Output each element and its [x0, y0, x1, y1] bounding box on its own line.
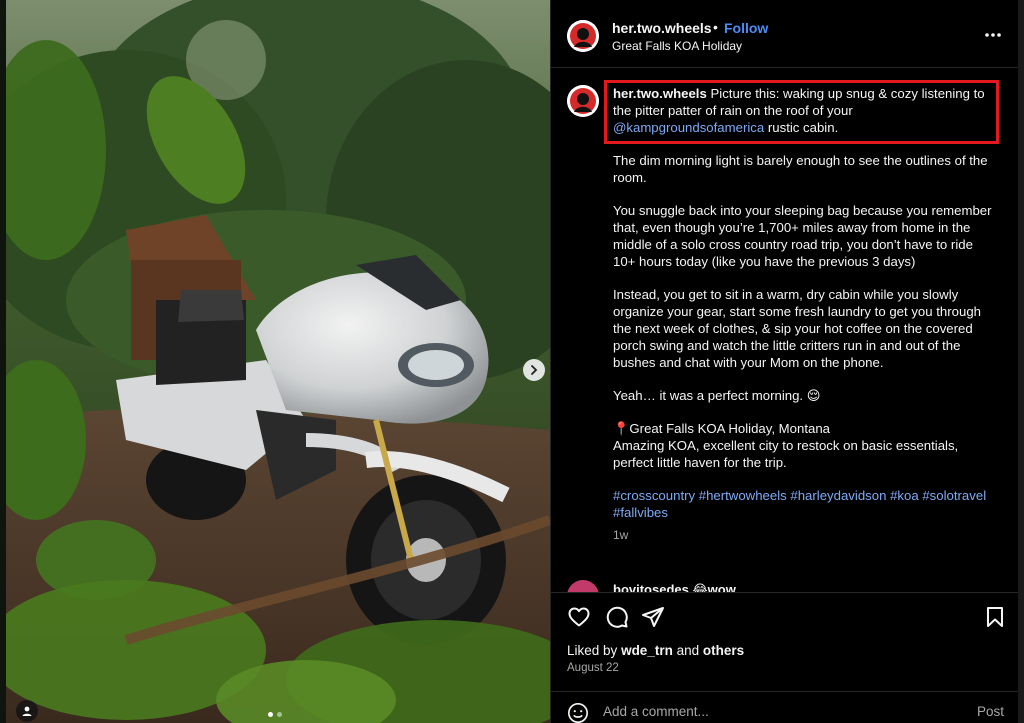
chevron-right-icon — [531, 365, 538, 375]
comment-bubble-icon[interactable] — [605, 605, 629, 629]
commenter-avatar[interactable] — [567, 580, 599, 592]
post-caption: her.two.wheels Picture this: waking up s… — [613, 85, 998, 544]
add-comment-bar: Post — [551, 691, 1019, 723]
post-location[interactable]: Great Falls KOA Holiday — [612, 39, 742, 53]
liked-by-user-link[interactable]: wde_trn — [621, 643, 673, 658]
caption-text-part-2: rustic cabin. — [767, 120, 839, 135]
motorcycle-forest-image — [6, 0, 550, 723]
post-detail-panel: her.two.wheels • Follow Great Falls KOA … — [550, 0, 1019, 723]
caption-paragraph: Instead, you get to sit in a warm, dry c… — [613, 287, 981, 370]
carousel-dot — [268, 712, 273, 717]
likes-summary: Liked by wde_trn and others — [567, 643, 744, 658]
follow-button[interactable]: Follow — [724, 20, 768, 36]
caption-location-line: 📍Great Falls KOA Holiday, Montana — [613, 421, 831, 436]
post-comment-button[interactable]: Post — [977, 704, 1004, 719]
carousel-indicator — [268, 712, 282, 717]
liked-by-and: and — [676, 643, 700, 658]
more-horizontal-icon[interactable] — [983, 25, 1003, 45]
bookmark-icon[interactable] — [983, 605, 1007, 629]
caption-paragraph: Amazing KOA, excellent city to restock o… — [613, 438, 959, 470]
profile-avatar-icon — [567, 20, 599, 52]
post-header: her.two.wheels • Follow Great Falls KOA … — [551, 0, 1019, 68]
paper-plane-icon[interactable] — [641, 605, 665, 629]
post-photo[interactable] — [6, 0, 550, 723]
comment-preview: bovitosedes 😂wow — [567, 580, 817, 592]
caption-avatar[interactable] — [567, 85, 599, 117]
user-tag-icon — [22, 706, 32, 716]
action-bar: Liked by wde_trn and others August 22 Po… — [551, 592, 1019, 723]
comment-input[interactable] — [603, 704, 943, 719]
hashtag-links[interactable]: #crosscountry #hertwowheels #harleydavid… — [613, 487, 998, 521]
caption-paragraph: Yeah… it was a perfect morning. 😌 — [613, 388, 821, 403]
liked-by-label: Liked by — [567, 643, 618, 658]
post-time: 1w — [613, 528, 629, 542]
carousel-dot — [277, 712, 282, 717]
next-image-button[interactable] — [523, 359, 545, 381]
liked-by-others-link[interactable]: others — [703, 643, 744, 658]
comment-preview-text: bovitosedes 😂wow — [613, 582, 736, 592]
right-edge-strip — [1018, 0, 1024, 723]
post-author-username[interactable]: her.two.wheels — [612, 20, 712, 36]
caption-paragraph: The dim morning light is barely enough t… — [613, 153, 988, 185]
profile-avatar-icon — [567, 85, 599, 117]
mention-link[interactable]: @kampgroundsofamerica — [613, 120, 764, 135]
tagged-users-button[interactable] — [16, 700, 38, 722]
separator-dot: • — [713, 19, 718, 35]
caption-username[interactable]: her.two.wheels — [613, 86, 707, 101]
caption-paragraph: You snuggle back into your sleeping bag … — [613, 203, 992, 269]
smiley-icon[interactable] — [567, 702, 589, 723]
avatar[interactable] — [567, 20, 599, 52]
post-date: August 22 — [567, 662, 619, 674]
heart-icon[interactable] — [567, 605, 591, 629]
